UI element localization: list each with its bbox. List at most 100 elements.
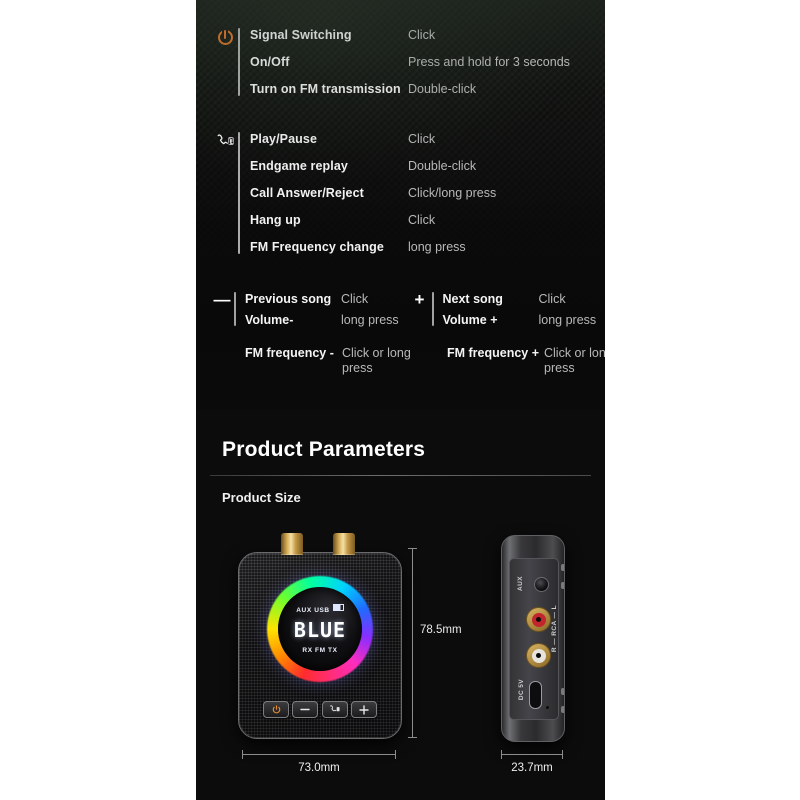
minus-icon: — [213, 290, 231, 309]
side-notch-upper [561, 582, 564, 589]
operation-function: Endgame replay [250, 159, 348, 173]
table-row: Next song Click [443, 292, 606, 306]
page-title: Product Parameters [222, 438, 426, 461]
operation-action: long press [408, 240, 466, 254]
fm-minus-row: FM frequency - Click or long press [210, 346, 412, 375]
operation-action: Double-click [408, 82, 477, 96]
battery-icon [332, 604, 344, 611]
minus-button[interactable] [292, 701, 319, 718]
operation-action: Click or long press [342, 346, 411, 375]
operation-action: Press and hold for 3 seconds [408, 55, 570, 69]
operation-function: FM frequency - [245, 346, 334, 360]
page-root: Signal Switching Click On/Off Press and … [0, 0, 800, 800]
table-row: FM Frequency change long press [250, 240, 592, 254]
table-row: Signal Switching Click [250, 28, 592, 42]
operation-function: Call Answer/Reject [250, 186, 364, 200]
operation-action: Click [408, 132, 436, 146]
reset-pinhole [546, 706, 549, 709]
operation-function: Hang up [250, 213, 301, 227]
fm-plus-row: FM frequency + Click or long press [412, 346, 605, 375]
operation-group-power: Signal Switching Click On/Off Press and … [212, 28, 592, 96]
volume-columns: — Previous song Click Volume- long press [196, 290, 606, 334]
side-port-panel: AUX R — RCA — L DC 5V [509, 558, 559, 720]
plus-column: + Next song Click Volume + long press [408, 290, 606, 334]
rca-connector-right [333, 533, 355, 555]
table-row: Endgame replay Double-click [250, 159, 592, 173]
operation-group-volume: — Previous song Click Volume- long press [196, 290, 606, 375]
operation-function: On/Off [250, 55, 290, 69]
content-column: Signal Switching Click On/Off Press and … [196, 0, 605, 800]
operation-rows: Next song Click Volume + long press [443, 292, 606, 334]
rca-connector-left [281, 533, 303, 555]
section-divider [210, 475, 591, 476]
device-button-row [263, 701, 377, 718]
group-divider [238, 28, 240, 96]
operation-action: Click [341, 292, 369, 306]
operation-action: Double-click [408, 159, 477, 173]
lcd-bottom-labels: RX FM TX [302, 647, 338, 654]
call-button[interactable] [321, 701, 348, 718]
operation-action: long press [341, 313, 399, 327]
product-size-heading: Product Size [222, 490, 301, 505]
group-divider [234, 292, 236, 326]
table-row: Play/Pause Click [250, 132, 592, 146]
operation-action: Click [408, 213, 436, 227]
group-divider [238, 132, 240, 254]
rgb-display: AUX USB BLUE RX FM TX [267, 576, 373, 682]
minus-glyph [300, 708, 311, 711]
table-row: Call Answer/Reject Click/long press [250, 186, 592, 200]
side-width-dimension-label: 23.7mm [511, 762, 553, 774]
rca-label: R — RCA — L [551, 605, 558, 653]
operation-action: Click or long press [544, 346, 605, 375]
plus-button[interactable] [350, 701, 377, 718]
aux-label: AUX [517, 576, 524, 591]
operation-rows: Signal Switching Click On/Off Press and … [250, 28, 592, 96]
power-icon [212, 28, 238, 96]
aux-port [534, 577, 549, 592]
minus-column: — Previous song Click Volume- long press [210, 290, 408, 334]
rca-port-right [526, 607, 551, 632]
device-front-view: AUX USB BLUE RX FM TX [238, 533, 402, 739]
call-glyph [330, 705, 340, 712]
side-width-dimension-line [501, 750, 563, 759]
operation-action: Click/long press [408, 186, 497, 200]
plus-glyph [359, 704, 369, 715]
operation-function: FM Frequency change [250, 240, 384, 254]
side-notch-bottom [561, 706, 564, 713]
operation-function: Volume + [442, 313, 498, 327]
dc-power-label: DC 5V [518, 679, 525, 701]
table-row: Volume- long press [245, 313, 408, 327]
side-notch-lower [561, 688, 564, 695]
device-side-view: AUX R — RCA — L DC 5V [501, 535, 565, 742]
operations-section: Signal Switching Click On/Off Press and … [196, 0, 605, 410]
group-divider [431, 292, 434, 326]
operation-function: Signal Switching [250, 28, 352, 42]
operation-action: Click [538, 292, 566, 306]
operation-group-call: Play/Pause Click Endgame replay Double-c… [212, 132, 592, 254]
side-notch-top [561, 564, 564, 571]
operation-action: long press [538, 313, 597, 327]
rca-port-left [526, 643, 551, 668]
lcd-main-text: BLUE [293, 618, 347, 642]
operation-function: Turn on FM transmission [250, 82, 401, 96]
operation-action: Click [408, 28, 436, 42]
product-size-figure: AUX USB BLUE RX FM TX AUX R — RCA — L DC… [196, 520, 605, 800]
call-music-icon [212, 132, 238, 254]
operation-function: Next song [442, 292, 503, 306]
front-width-dimension-line [242, 750, 396, 759]
power-glyph [272, 705, 280, 714]
power-button[interactable] [263, 701, 289, 718]
plus-icon: + [414, 290, 425, 309]
table-row: Volume + long press [443, 313, 606, 327]
usb-c-port [529, 681, 542, 709]
operation-function: Volume- [245, 313, 294, 327]
operation-function: FM frequency + [447, 346, 540, 360]
height-dimension-line [408, 548, 417, 738]
table-row: Hang up Click [250, 213, 592, 227]
front-width-dimension-label: 73.0mm [298, 762, 340, 774]
height-dimension-label: 78.5mm [420, 624, 462, 636]
call-music-glyph [217, 134, 234, 145]
fm-frequency-rows: FM frequency - Click or long press FM fr… [196, 346, 605, 375]
lcd-top-labels: AUX USB [278, 604, 362, 614]
table-row: Turn on FM transmission Double-click [250, 82, 592, 96]
